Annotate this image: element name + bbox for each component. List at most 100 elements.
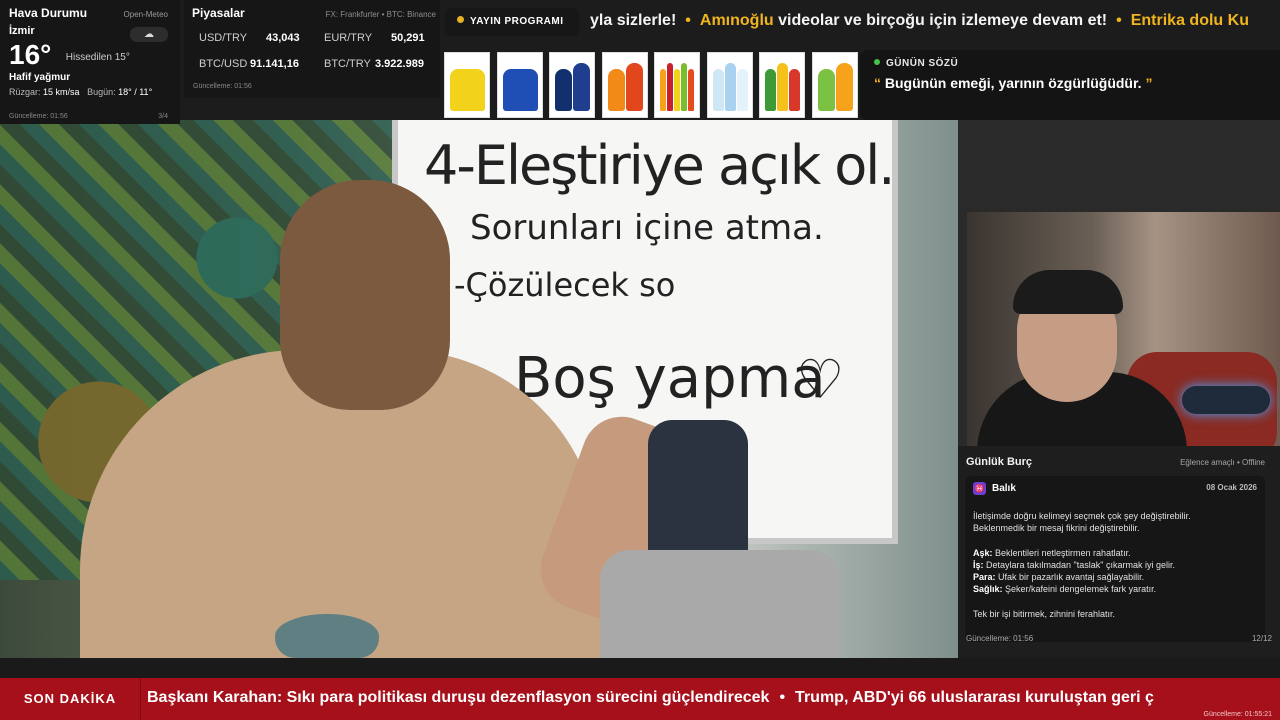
cloud-rain-icon: ☁: [130, 27, 168, 42]
horoscope-item: Para: Ufak bir pazarlık avantaj sağlayab…: [973, 571, 1259, 583]
today-label: Bugün:: [87, 87, 116, 97]
horoscope-note: Eğlence amaçlı • Offline: [1180, 458, 1265, 467]
horoscope-item-label: Aşk:: [973, 548, 993, 558]
bottle-icon: [688, 69, 694, 111]
weather-page-indicator: 3/4: [158, 113, 168, 120]
horoscope-body: İletişimde doğru kelimeyi seçmek çok şey…: [973, 510, 1259, 620]
horoscope-item-text: Detaylara takılmadan "taslak" çıkarmak i…: [983, 560, 1175, 570]
horoscope-item-label: Para:: [973, 572, 996, 582]
ticker-segment-highlight: Entrika dolu Ku: [1130, 12, 1249, 29]
quote-widget: GÜNÜN SÖZÜ “ Bugünün emeği, yarının özgü…: [860, 50, 1280, 120]
top-bar: Hava Durumu Open-Meteo İzmir ☁ 16° Hisse…: [0, 0, 1280, 124]
whiteboard-line-3: -Çözülecek so: [454, 266, 676, 304]
rate-btc-usd: BTC/USD 91.141,16: [199, 58, 299, 70]
weather-updated: Güncelleme: 01:56: [9, 113, 68, 120]
breaking-news-bar: Başkanı Karahan: Sıkı para politikası du…: [0, 678, 1280, 720]
top-ticker-track: yla sizlerle! • Amınoğlu videolar ve birço…: [590, 12, 1249, 30]
weather-details: Rüzgar: 15 km/sa Bugün: 18° / 11°: [9, 87, 171, 97]
pisces-icon: ♓: [973, 482, 986, 495]
status-dot-icon: [457, 16, 464, 23]
product-thumbnail-water-bottles: [707, 52, 753, 118]
ticker-segment-highlight: Amınoğlu: [699, 12, 774, 29]
horoscope-item-text: Ufak bir pazarlık avantaj sağlayabilir.: [995, 572, 1145, 582]
weather-temperature: 16°: [9, 39, 52, 70]
breaking-news-track: Başkanı Karahan: Sıkı para politikası du…: [147, 689, 1154, 707]
sign-name: Balık: [992, 483, 1016, 494]
bottle-icon: [573, 63, 590, 111]
horoscope-intro-2: Beklenmedik bir mesaj fikrini değiştireb…: [973, 523, 1140, 533]
quote-title-text: GÜNÜN SÖZÜ: [886, 58, 959, 69]
horoscope-updated: Güncelleme: 01:56: [966, 634, 1034, 643]
rate-value: 91.141,16: [250, 58, 299, 70]
quote-title: GÜNÜN SÖZÜ: [874, 58, 1266, 69]
wind-value: 15 km/sa: [43, 87, 80, 97]
presenter-head: [280, 180, 450, 410]
cup: [275, 614, 379, 658]
rate-label: USD/TRY: [199, 32, 248, 44]
rate-usd-try: USD/TRY 43,043: [199, 32, 300, 44]
whiteboard-line-2: Sorunları içine atma.: [470, 208, 824, 248]
stream-overlay: 4-Eleştiriye açık ol. Sorunları içine at…: [0, 0, 1280, 720]
whiteboard-line-1: 4-Eleştiriye açık ol.: [424, 134, 895, 197]
horoscope-page-indicator: 12/12: [1251, 634, 1272, 643]
product-thumbnail-green-juice-bottles: [759, 52, 805, 118]
bottle-icon: [789, 69, 800, 111]
bottle-icon: [725, 63, 736, 111]
horoscope-card: ♓ Balık 08 Ocak 2026 İletişimde doğru kel…: [965, 476, 1265, 642]
bottle-icon: [765, 69, 776, 111]
weather-source: Open-Meteo: [123, 10, 168, 19]
horoscope-date: 08 Ocak 2026: [1206, 483, 1257, 492]
live-dot-icon: [874, 59, 880, 65]
bottle-icon: [450, 69, 485, 111]
bottle-icon: [818, 69, 835, 111]
horoscope-item: Aşk: Beklentileri netleştirmen rahatlatı…: [973, 547, 1259, 559]
weather-widget: Hava Durumu Open-Meteo İzmir ☁ 16° Hisse…: [0, 0, 180, 124]
program-schedule-tab[interactable]: YAYIN PROGRAMI: [445, 8, 579, 36]
wind-label: Rüzgar:: [9, 87, 41, 97]
ticker-segment: yla sizlerle!: [590, 12, 677, 29]
markets-widget: Piyasalar FX: Frankfurter • BTC: Binance…: [184, 0, 440, 98]
weather-condition: Hafif yağmur: [9, 72, 71, 83]
close-quote-mark: ”: [1145, 75, 1153, 91]
sponsor-products: [444, 52, 858, 120]
product-thumbnail-yellow-soda-bottle: [444, 52, 490, 118]
microphone: [1182, 386, 1270, 414]
ticker-separator: •: [685, 12, 691, 29]
program-label: YAYIN PROGRAMI: [470, 16, 564, 27]
rate-label: EUR/TRY: [324, 32, 373, 44]
breaking-news-item: Başkanı Karahan: Sıkı para politikası du…: [147, 689, 770, 706]
whiteboard-line-4: Boş yapma: [514, 346, 826, 411]
ticker-segment: videolar ve birçoğu için izlemeye devam …: [773, 12, 1108, 29]
horoscope-item: İş: Detaylara takılmadan "taslak" çıkarm…: [973, 559, 1259, 571]
horoscope-intro-1: İletişimde doğru kelimeyi seçmek çok şey…: [973, 511, 1191, 521]
breaking-news-updated: Güncelleme: 01:55:21: [1203, 711, 1273, 718]
horoscope-item-text: Beklentileri netleştirmen rahatlatır.: [992, 548, 1131, 558]
ticker-separator: •: [1116, 12, 1122, 29]
rate-btc-try: BTC/TRY 3.922.989: [324, 58, 424, 70]
product-thumbnail-orange-soda-bottles: [602, 52, 648, 118]
bottom-strip: [0, 658, 1280, 678]
rate-label: BTC/USD: [199, 58, 248, 70]
horoscope-item: Sağlık: Şeker/kafeini dengelemek fark ya…: [973, 583, 1259, 595]
heart-icon: ♡: [796, 350, 845, 410]
top-ticker: yla sizlerle! • Amınoğlu videolar ve birço…: [590, 0, 1280, 44]
main-video: 4-Eleştiriye açık ol. Sorunları içine at…: [0, 120, 958, 658]
breaking-news-label: SON DAKİKA: [0, 678, 141, 720]
bottle-icon: [626, 63, 643, 111]
bottle-icon: [713, 69, 724, 111]
bottle-icon: [660, 69, 666, 111]
markets-source: FX: Frankfurter • BTC: Binance: [325, 10, 436, 19]
product-thumbnail-blue-can: [497, 52, 543, 118]
bottle-icon: [681, 63, 687, 111]
chair: [600, 550, 840, 658]
horoscope-sign: ♓ Balık: [973, 482, 1016, 495]
horoscope-widget: Günlük Burç Eğlence amaçlı • Offline ♓ Ba…: [958, 446, 1280, 658]
horoscope-item-label: Sağlık:: [973, 584, 1003, 594]
bottle-icon: [608, 69, 625, 111]
bottle-icon: [674, 69, 680, 111]
quote-body: Bugünün emeği, yarının özgürlüğüdür.: [884, 75, 1142, 91]
weather-feels-like: Hissedilen 15°: [65, 52, 130, 63]
rate-label: BTC/TRY: [324, 58, 371, 70]
rate-value: 43,043: [266, 32, 300, 44]
quote-text: “ Bugünün emeği, yarının özgürlüğüdür. ”: [874, 75, 1266, 91]
